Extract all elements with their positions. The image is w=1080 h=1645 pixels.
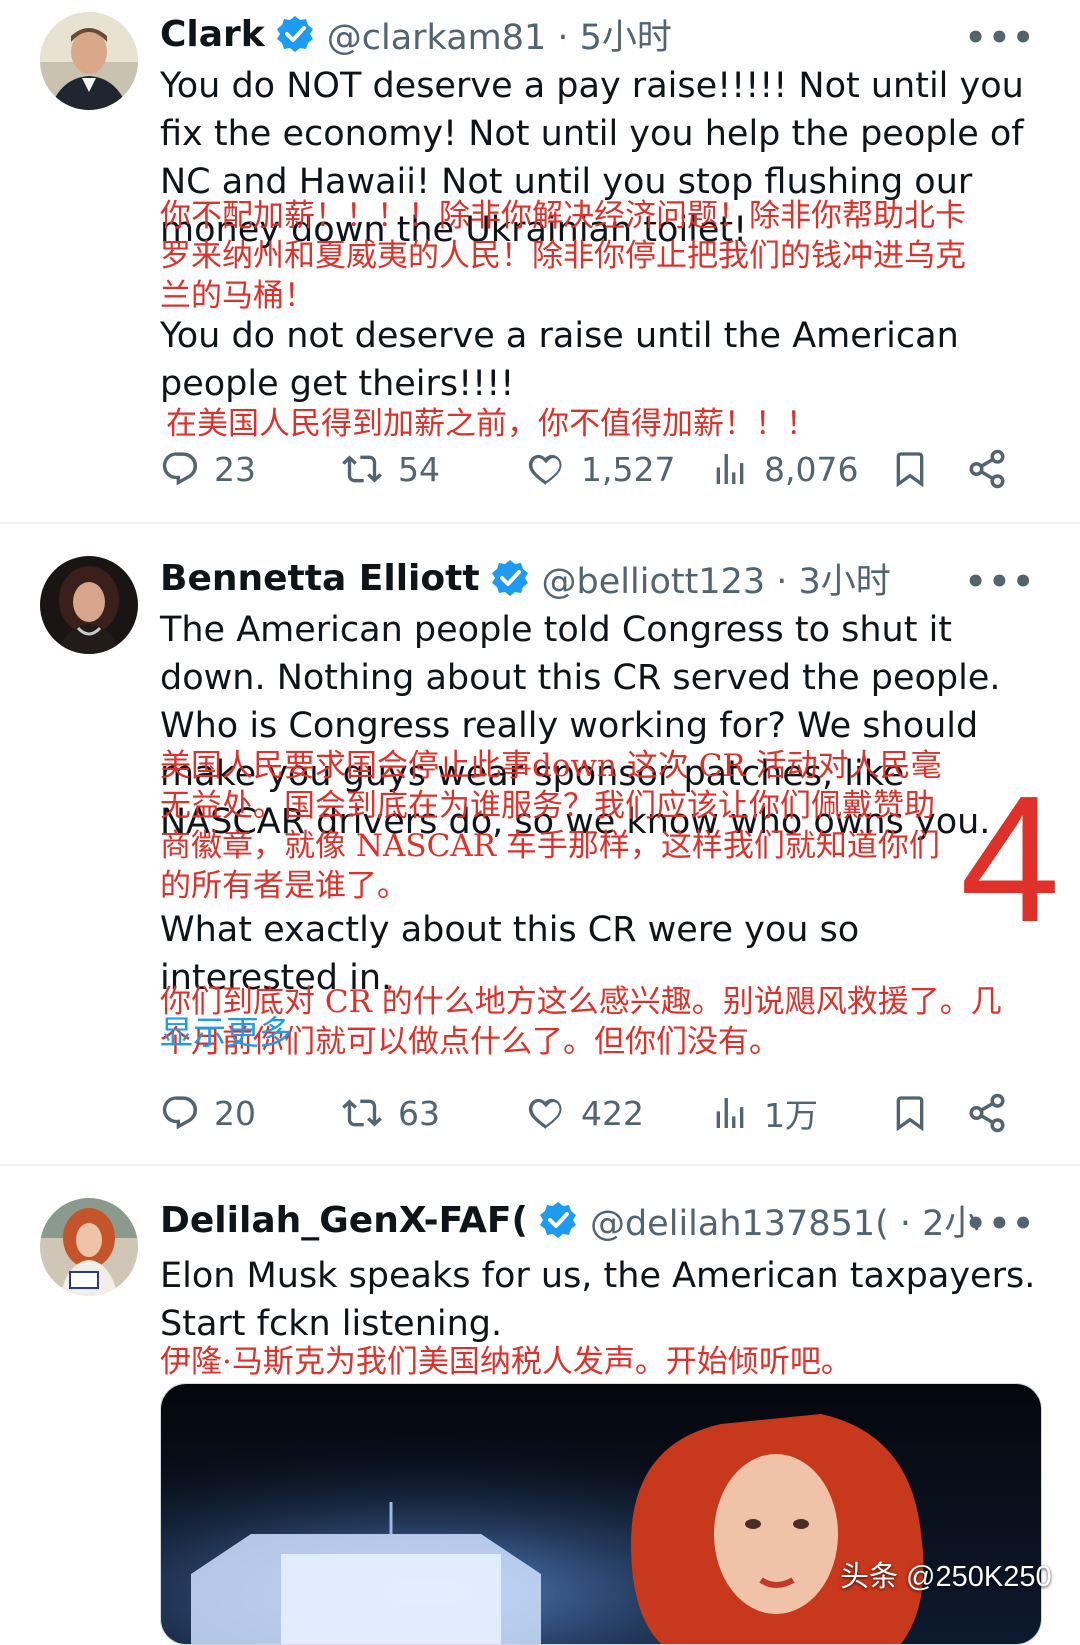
author-handle-time[interactable]: @clarkam81 · 5小时 bbox=[327, 9, 672, 60]
more-icon[interactable]: ••• bbox=[965, 1204, 1036, 1244]
tweet-text-2: You do not deserve a raise until the Ame… bbox=[160, 316, 959, 404]
repost-button[interactable]: 63 bbox=[340, 1090, 440, 1136]
avatar-image bbox=[40, 12, 138, 110]
author-name[interactable]: Clark bbox=[160, 14, 265, 55]
share-icon bbox=[969, 1093, 1005, 1133]
tweet-divider bbox=[0, 522, 1080, 524]
author-handle-time[interactable]: @belliott123 · 3小时 bbox=[542, 553, 891, 604]
like-button[interactable]: 422 bbox=[525, 1090, 644, 1136]
repost-count: 54 bbox=[398, 449, 440, 489]
reply-count: 20 bbox=[214, 1093, 256, 1133]
bookmark-icon bbox=[896, 452, 924, 488]
views-button[interactable]: 8,076 bbox=[710, 446, 858, 492]
reply-icon bbox=[162, 1096, 198, 1130]
bookmark-icon bbox=[896, 1096, 924, 1132]
share-button[interactable] bbox=[966, 446, 1022, 492]
like-count: 1,527 bbox=[581, 449, 676, 489]
tweet-header: Delilah_GenX-FAF( @delilah137851( · 2小时 bbox=[160, 1198, 980, 1243]
author-handle-time[interactable]: @delilah137851( · 2小时 bbox=[590, 1198, 980, 1243]
translation-text: 美国人民要求国会停止此事down 这次 CR 活动对人民毫无益处。国会到底在为谁… bbox=[160, 748, 942, 904]
avatar-image bbox=[40, 1198, 138, 1296]
views-button[interactable]: 1万 bbox=[710, 1090, 818, 1136]
verified-badge-icon bbox=[538, 1200, 578, 1240]
repost-icon bbox=[342, 1099, 382, 1127]
avatar-bennetta[interactable] bbox=[40, 556, 138, 654]
more-icon[interactable]: ••• bbox=[965, 18, 1036, 58]
avatar-clark[interactable] bbox=[40, 12, 138, 110]
like-count: 422 bbox=[581, 1093, 644, 1133]
verified-badge-icon bbox=[275, 14, 315, 54]
tweet-divider bbox=[0, 1164, 1080, 1166]
views-icon bbox=[716, 1098, 744, 1128]
tweet-media-image[interactable] bbox=[160, 1383, 1042, 1645]
author-name[interactable]: Bennetta Elliott bbox=[160, 558, 480, 599]
verified-badge-icon bbox=[490, 558, 530, 598]
share-button[interactable] bbox=[966, 1090, 1022, 1136]
reply-button[interactable]: 20 bbox=[160, 1090, 256, 1136]
like-icon bbox=[528, 1098, 562, 1129]
action-bar: 20 63 422 1万 bbox=[160, 1090, 1040, 1136]
repost-icon bbox=[342, 455, 382, 483]
like-icon bbox=[528, 454, 562, 485]
repost-count: 63 bbox=[398, 1093, 440, 1133]
bookmark-button[interactable] bbox=[890, 1090, 944, 1136]
repost-button[interactable]: 54 bbox=[340, 446, 440, 492]
watermark: 头条 @250K250 bbox=[840, 1561, 1052, 1593]
tweet-header: Bennetta Elliott @belliott123 · 3小时 bbox=[160, 556, 891, 602]
show-more-link[interactable]: 显示更多 bbox=[160, 1006, 292, 1054]
views-count: 1万 bbox=[764, 1096, 818, 1135]
tweet-text: Elon Musk speaks for us, the American ta… bbox=[160, 1256, 1036, 1344]
reply-button[interactable]: 23 bbox=[160, 446, 256, 492]
annotation-number: 4 bbox=[960, 759, 1061, 960]
translation-text: 伊隆·马斯克为我们美国纳税人发声。开始倾听吧。 bbox=[160, 1344, 852, 1380]
more-icon[interactable]: ••• bbox=[965, 562, 1036, 602]
translation-text-2: 在美国人民得到加薪之前，你不值得加薪！！！ bbox=[166, 406, 817, 442]
bookmark-button[interactable] bbox=[890, 446, 944, 492]
translation-text: 你不配加薪！！！！除非你解决经济问题！除非你帮助北卡罗来纳州和夏威夷的人民！除非… bbox=[160, 198, 966, 314]
author-name[interactable]: Delilah_GenX-FAF( bbox=[160, 1200, 528, 1241]
reply-count: 23 bbox=[214, 449, 256, 489]
avatar-delilah[interactable] bbox=[40, 1198, 138, 1296]
like-button[interactable]: 1,527 bbox=[525, 446, 675, 492]
views-count: 8,076 bbox=[764, 449, 859, 489]
avatar-image bbox=[40, 556, 138, 654]
media-photo bbox=[161, 1384, 1041, 1644]
views-icon bbox=[716, 454, 744, 484]
action-bar: 23 54 1,527 8,076 bbox=[160, 446, 1040, 492]
tweet-header: Clark @clarkam81 · 5小时 bbox=[160, 12, 672, 58]
reply-icon bbox=[162, 452, 198, 486]
share-icon bbox=[969, 449, 1005, 489]
